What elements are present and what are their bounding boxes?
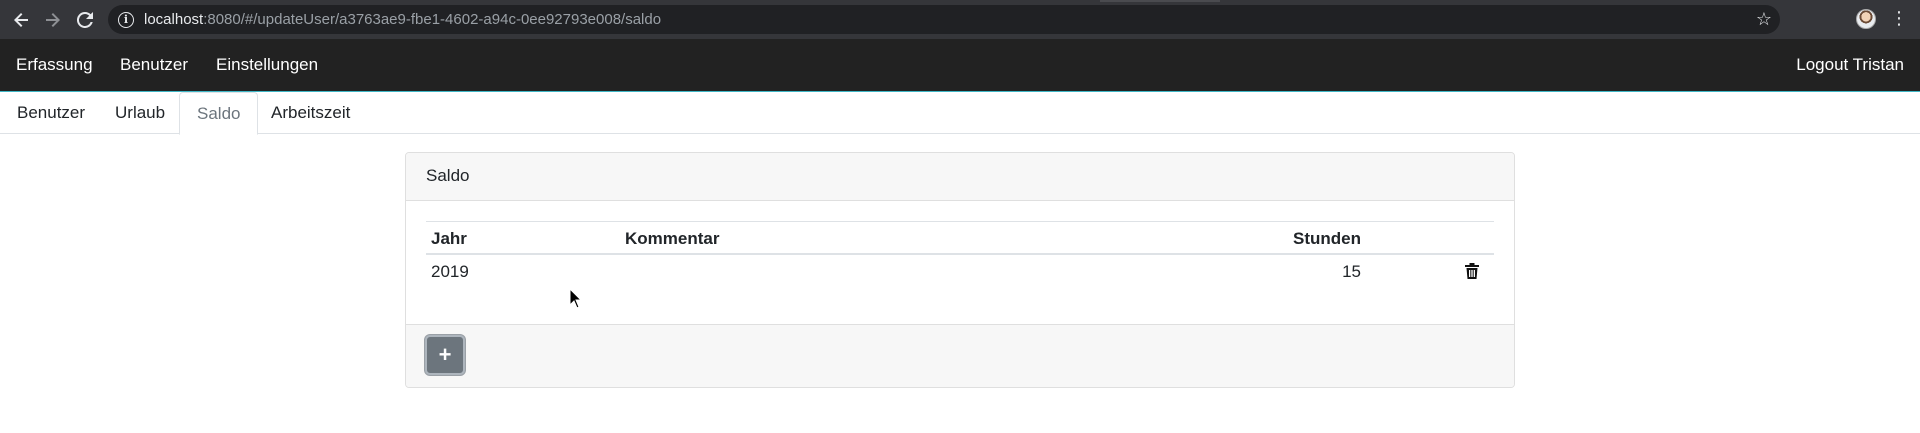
cell-jahr: 2019 — [431, 262, 469, 281]
nav-benutzer[interactable]: Benutzer — [120, 39, 188, 91]
profile-avatar[interactable] — [1856, 9, 1876, 29]
star-icon[interactable]: ☆ — [1756, 9, 1772, 30]
mouse-cursor-icon — [569, 287, 583, 309]
tab-benutzer[interactable]: Benutzer — [0, 92, 102, 134]
tab-strip-edge — [1100, 0, 1220, 2]
add-button[interactable]: + — [425, 335, 465, 375]
user-subtabs: Benutzer Urlaub Saldo Arbeitszeit — [0, 92, 1920, 135]
nav-erfassung[interactable]: Erfassung — [16, 39, 93, 91]
tab-urlaub[interactable]: Urlaub — [98, 92, 182, 134]
url-text[interactable]: localhost:8080/#/updateUser/a3763ae9-fbe… — [144, 11, 661, 28]
header-jahr: Jahr — [431, 229, 467, 248]
forward-arrow-icon[interactable] — [40, 7, 66, 33]
header-kommentar: Kommentar — [625, 229, 720, 248]
card-footer: + — [406, 324, 1514, 387]
nav-einstellungen[interactable]: Einstellungen — [216, 39, 318, 91]
tab-saldo[interactable]: Saldo — [179, 92, 259, 135]
cell-stunden: 15 — [1342, 262, 1361, 281]
saldo-table: Jahr Kommentar Stunden 2019 15 — [426, 221, 1494, 288]
back-arrow-icon[interactable] — [8, 7, 34, 33]
info-icon[interactable]: i — [118, 11, 134, 28]
address-bar[interactable]: i localhost:8080/#/updateUser/a3763ae9-f… — [108, 5, 1780, 34]
browser-toolbar: i localhost:8080/#/updateUser/a3763ae9-f… — [0, 0, 1920, 39]
card-title: Saldo — [406, 153, 1514, 201]
saldo-card: Saldo Jahr Kommentar Stunden 2019 15 + — [405, 152, 1515, 388]
header-stunden: Stunden — [1293, 229, 1361, 248]
app-navbar: Erfassung Benutzer Einstellungen Logout … — [0, 39, 1920, 92]
table-header-row: Jahr Kommentar Stunden — [426, 222, 1494, 255]
logout-link[interactable]: Logout Tristan — [1796, 39, 1904, 91]
table-row: 2019 15 — [426, 255, 1494, 288]
reload-icon[interactable] — [72, 7, 98, 33]
trash-icon[interactable] — [1465, 263, 1479, 279]
tab-arbeitszeit[interactable]: Arbeitszeit — [254, 92, 367, 134]
menu-dots-icon[interactable]: ⋮ — [1890, 8, 1908, 28]
